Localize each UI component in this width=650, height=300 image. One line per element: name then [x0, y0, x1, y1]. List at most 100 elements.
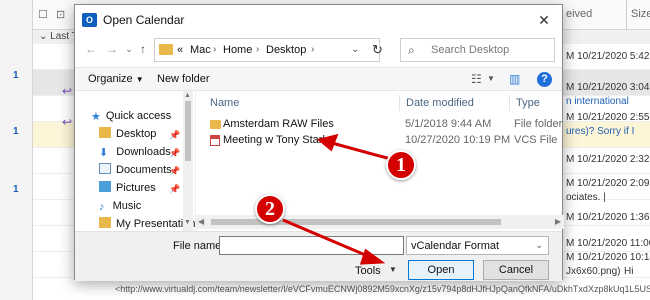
- scroll-thumb[interactable]: [211, 219, 501, 225]
- organize-label: Organize: [88, 73, 133, 85]
- scroll-left-icon[interactable]: ◀: [198, 217, 204, 226]
- dialog-title: Open Calendar: [103, 13, 185, 27]
- chevron-down-icon[interactable]: ⌄: [351, 44, 359, 55]
- file-list: Name Date modified Type Amsterdam RAW Fi…: [195, 91, 564, 231]
- view-options-icon[interactable]: ☷: [471, 72, 482, 86]
- file-type: VCS File: [514, 134, 558, 146]
- file-date: 10/27/2020 10:19 PM: [405, 134, 511, 146]
- annotation-badge-2: 2: [255, 194, 285, 224]
- column-header-name[interactable]: Name: [210, 97, 239, 109]
- search-box[interactable]: ⌕ Search Desktop: [400, 38, 555, 62]
- chevron-down-icon[interactable]: ⌄: [39, 31, 47, 42]
- tools-button[interactable]: Tools: [355, 265, 381, 277]
- sidebar-item-quick-access[interactable]: ★ Quick access: [91, 107, 171, 125]
- caret-down-icon[interactable]: ▼: [389, 265, 397, 274]
- file-name: Meeting w Tony Stark: [223, 134, 328, 146]
- chevron-down-icon: ⌄: [535, 240, 543, 250]
- sidebar-item-documents[interactable]: Documents: [99, 161, 172, 179]
- mail-preview: Jx6x60.png): [566, 266, 621, 277]
- sidebar-item-label: Documents: [116, 164, 172, 176]
- sidebar-item-music[interactable]: ♪ Music: [99, 197, 141, 215]
- folder-icon: [99, 217, 111, 228]
- mail-received: M 10/21/2020 1:36 PM 13: [566, 212, 650, 223]
- calendar-file-icon: [210, 135, 220, 146]
- open-calendar-dialog: O Open Calendar ✕ ← → ⌄ ↑ « Mac › Home ›…: [74, 4, 564, 281]
- file-type-dropdown[interactable]: vCalendar Format ⌄: [406, 236, 549, 255]
- preview-pane-icon[interactable]: ▥: [509, 72, 520, 86]
- scroll-down-icon[interactable]: ▼: [184, 219, 191, 226]
- picture-icon: [99, 181, 111, 192]
- scroll-up-icon[interactable]: ▲: [184, 92, 191, 99]
- sidebar-item-desktop[interactable]: Desktop: [99, 125, 156, 143]
- breadcrumb-desktop[interactable]: Desktop: [266, 44, 306, 56]
- open-button[interactable]: Open: [408, 260, 474, 280]
- mail-received: M 10/21/2020 5:42 PM 13: [566, 51, 650, 62]
- close-icon[interactable]: ✕: [534, 10, 554, 30]
- download-icon: ⬇: [99, 147, 109, 159]
- mail-received: M 10/21/2020 3:04 PM 13: [566, 82, 650, 93]
- mail-preview: ures)? Sorry if I: [566, 126, 635, 137]
- address-bar[interactable]: « Mac › Home › Desktop › ⌄: [154, 38, 380, 62]
- breadcrumb-mac[interactable]: Mac: [190, 44, 211, 56]
- mail-received: M 10/21/2020 2:32 PM 10: [566, 154, 650, 165]
- navigation-scrollbar[interactable]: ▲ ▼: [183, 91, 193, 231]
- chevron-right-icon[interactable]: ›: [256, 44, 259, 55]
- header-icon-col: ⊡: [56, 9, 66, 21]
- organize-button[interactable]: Organize ▼: [88, 73, 144, 85]
- sidebar-item-downloads[interactable]: ⬇ Downloads: [99, 143, 171, 161]
- new-folder-button[interactable]: New folder: [157, 73, 210, 85]
- status-url: <http://www.virtualdj.com/team/newslette…: [115, 284, 650, 294]
- scroll-thumb[interactable]: [185, 101, 191, 161]
- unread-count: 1: [13, 70, 19, 81]
- file-type: File folder: [514, 118, 563, 130]
- search-icon: ⌕: [408, 43, 415, 57]
- file-list-horizontal-scrollbar[interactable]: ◀ ▶: [195, 215, 564, 229]
- unread-count: 1: [13, 184, 19, 195]
- file-date: 5/1/2018 9:44 AM: [405, 118, 492, 130]
- size-column-header[interactable]: Size: [631, 8, 650, 20]
- chevron-right-icon[interactable]: ›: [213, 44, 216, 55]
- folder-icon: [210, 120, 221, 129]
- sidebar-item-label: Desktop: [116, 128, 157, 140]
- reply-arrow-icon: ↩: [62, 115, 73, 129]
- dialog-bottom-panel: File name: vCalendar Format ⌄ Tools ▼ Op…: [75, 231, 562, 281]
- mail-preview: n international: [566, 96, 629, 107]
- navigation-pane: ★ Quick access Desktop 📌 ⬇ Downloads 📌 Do…: [75, 91, 195, 231]
- sidebar-item-label: Quick access: [105, 110, 172, 122]
- pin-icon: 📌: [169, 166, 181, 176]
- sidebar-item-pictures[interactable]: Pictures: [99, 179, 156, 197]
- help-icon[interactable]: ?: [537, 72, 552, 87]
- star-icon: ★: [91, 111, 101, 123]
- music-icon: ♪: [99, 201, 105, 213]
- scroll-right-icon[interactable]: ▶: [555, 217, 561, 226]
- column-header-type[interactable]: Type: [516, 97, 540, 109]
- pin-icon: 📌: [169, 148, 181, 158]
- file-type-value: vCalendar Format: [411, 240, 500, 252]
- sidebar-item-label: Music: [112, 200, 142, 212]
- file-name: Amsterdam RAW Files: [223, 118, 334, 130]
- dialog-titlebar: O Open Calendar ✕: [75, 5, 562, 35]
- arrow-left-icon[interactable]: ←: [83, 41, 99, 57]
- search-placeholder: Search Desktop: [431, 44, 510, 56]
- folder-icon: [99, 127, 111, 138]
- column-header-date-modified[interactable]: Date modified: [406, 97, 474, 109]
- arrow-up-icon[interactable]: ↑: [135, 41, 151, 57]
- breadcrumb-home[interactable]: Home: [223, 44, 252, 56]
- arrow-right-icon[interactable]: →: [104, 41, 120, 57]
- received-column-header[interactable]: eived: [566, 8, 592, 20]
- caret-down-icon[interactable]: ▼: [487, 74, 495, 83]
- file-row-meeting-w-tony-stark[interactable]: Meeting w Tony Stark 10/27/2020 10:19 PM…: [196, 133, 565, 149]
- file-row-amsterdam-raw-files[interactable]: Amsterdam RAW Files 5/1/2018 9:44 AM Fil…: [196, 117, 565, 133]
- caret-down-icon: ▼: [135, 75, 144, 84]
- chevron-right-icon[interactable]: ›: [311, 44, 314, 55]
- breadcrumb-overflow[interactable]: «: [177, 44, 183, 56]
- pin-icon: 📌: [169, 130, 181, 140]
- cancel-button[interactable]: Cancel: [483, 260, 549, 280]
- mail-received: M 10/21/2020 10:14... 11: [566, 252, 650, 263]
- mail-left-column: [0, 0, 33, 300]
- file-name-input[interactable]: [219, 236, 404, 255]
- dialog-toolbar: Organize ▼ New folder ☷ ▼ ▥ ?: [75, 67, 562, 91]
- mail-preview: Hi: [624, 266, 634, 277]
- refresh-icon[interactable]: ↻: [372, 42, 383, 58]
- sidebar-item-label: Pictures: [116, 182, 156, 194]
